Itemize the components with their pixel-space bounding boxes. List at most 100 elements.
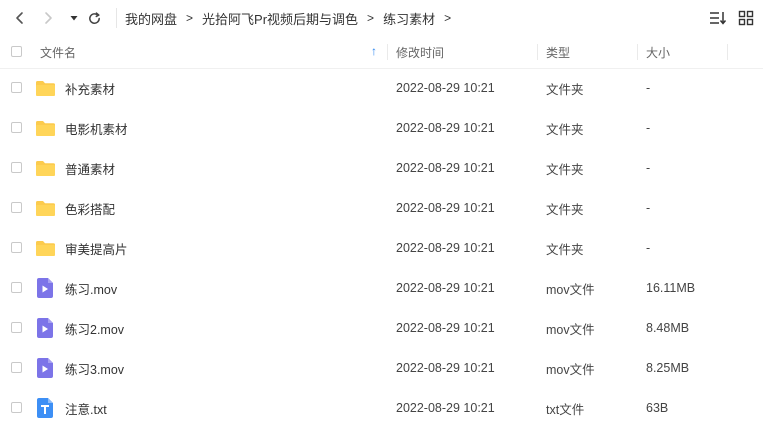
file-name-cell: 补充素材 (34, 68, 115, 108)
row-checkbox[interactable] (11, 82, 22, 93)
refresh-icon (88, 11, 100, 24)
file-name-cell: 练习2.mov (34, 308, 124, 348)
column-divider[interactable] (387, 44, 388, 60)
file-size: - (646, 241, 651, 255)
row-checkbox[interactable] (11, 322, 22, 333)
file-name[interactable]: 色彩搭配 (65, 199, 115, 218)
row-checkbox[interactable] (11, 242, 22, 253)
caret-down-icon (70, 16, 78, 21)
folder-icon (34, 198, 56, 218)
file-size: - (646, 121, 651, 135)
file-name[interactable]: 练习.mov (65, 279, 117, 298)
breadcrumb-item-current[interactable]: 练习素材 (383, 9, 435, 28)
list-item[interactable]: 练习.mov 2022-08-29 10:21 mov文件 16.11MB (0, 268, 763, 308)
video-file-icon (34, 278, 56, 298)
file-type: 文件夹 (546, 242, 584, 257)
column-header-type-label: 类型 (546, 45, 571, 60)
file-modified: 2022-08-29 10:21 (396, 81, 495, 95)
list-item[interactable]: 电影机素材 2022-08-29 10:21 文件夹 - (0, 108, 763, 148)
column-header-name[interactable]: 文件名 (40, 36, 380, 68)
toolbar: 我的网盘 > 光拾阿飞Pr视频后期与调色 > 练习素材 > (0, 0, 763, 36)
list-item[interactable]: 练习3.mov 2022-08-29 10:21 mov文件 8.25MB (0, 348, 763, 388)
chevron-left-icon (16, 12, 23, 24)
file-type: 文件夹 (546, 82, 584, 97)
list-item[interactable]: 练习2.mov 2022-08-29 10:21 mov文件 8.48MB (0, 308, 763, 348)
refresh-button[interactable] (82, 6, 106, 30)
row-checkbox[interactable] (11, 122, 22, 133)
file-modified: 2022-08-29 10:21 (396, 241, 495, 255)
breadcrumb-item-course[interactable]: 光拾阿飞Pr视频后期与调色 (202, 9, 358, 28)
sort-list-icon (710, 12, 727, 25)
file-size: - (646, 81, 651, 95)
grid-view-button[interactable] (737, 9, 755, 27)
file-modified: 2022-08-29 10:21 (396, 281, 495, 295)
breadcrumb-separator-icon[interactable]: > (444, 11, 451, 25)
file-modified: 2022-08-29 10:21 (396, 121, 495, 135)
breadcrumb: 我的网盘 > 光拾阿飞Pr视频后期与调色 > 练习素材 > (116, 8, 705, 28)
folder-icon (34, 158, 56, 178)
back-button[interactable] (8, 6, 32, 30)
file-name-cell: 色彩搭配 (34, 188, 115, 228)
file-type: mov文件 (546, 362, 595, 377)
file-name-cell: 练习.mov (34, 268, 117, 308)
file-name[interactable]: 补充素材 (65, 79, 115, 98)
list-item[interactable]: 色彩搭配 2022-08-29 10:21 文件夹 - (0, 188, 763, 228)
file-size: - (646, 201, 651, 215)
row-checkbox[interactable] (11, 362, 22, 373)
file-size: 16.11MB (646, 281, 696, 295)
file-size: 8.48MB (646, 321, 690, 335)
column-header-name-label: 文件名 (40, 45, 77, 60)
file-modified: 2022-08-29 10:21 (396, 321, 495, 335)
file-name-cell: 普通素材 (34, 148, 115, 188)
file-name[interactable]: 普通素材 (65, 159, 115, 178)
select-all-checkbox[interactable] (11, 46, 22, 57)
grid-view-icon (738, 10, 754, 26)
file-name-cell: 电影机素材 (34, 108, 128, 148)
breadcrumb-item-root[interactable]: 我的网盘 (125, 9, 177, 28)
file-size: 8.25MB (646, 361, 690, 375)
file-list-header: 文件名 ↑ 修改时间 类型 大小 (0, 36, 763, 69)
column-header-modified[interactable]: 修改时间 (396, 36, 444, 68)
row-checkbox[interactable] (11, 402, 22, 413)
folder-icon (34, 78, 56, 98)
file-type: 文件夹 (546, 202, 584, 217)
row-checkbox[interactable] (11, 282, 22, 293)
column-header-type[interactable]: 类型 (546, 36, 570, 68)
file-name-cell: 注意.txt (34, 388, 107, 428)
sort-button[interactable] (709, 9, 727, 27)
column-divider[interactable] (637, 44, 638, 60)
sort-arrow-icon[interactable]: ↑ (371, 44, 377, 58)
file-name[interactable]: 审美提高片 (65, 239, 128, 258)
list-item[interactable]: 审美提高片 2022-08-29 10:21 文件夹 - (0, 228, 763, 268)
column-header-size[interactable]: 大小 (646, 36, 670, 68)
list-item[interactable]: 注意.txt 2022-08-29 10:21 txt文件 63B (0, 388, 763, 428)
file-name-cell: 练习3.mov (34, 348, 124, 388)
video-file-icon (34, 358, 56, 378)
file-modified: 2022-08-29 10:21 (396, 401, 495, 415)
view-controls (709, 9, 755, 27)
column-divider[interactable] (537, 44, 538, 60)
column-divider[interactable] (727, 44, 728, 60)
file-type: 文件夹 (546, 122, 584, 137)
breadcrumb-separator-icon: > (186, 11, 194, 25)
file-type: mov文件 (546, 282, 595, 297)
row-checkbox[interactable] (11, 162, 22, 173)
file-name-cell: 审美提高片 (34, 228, 128, 268)
file-name[interactable]: 练习3.mov (65, 359, 124, 378)
file-name[interactable]: 电影机素材 (65, 119, 128, 138)
file-name[interactable]: 练习2.mov (65, 319, 124, 338)
list-item[interactable]: 补充素材 2022-08-29 10:21 文件夹 - (0, 68, 763, 108)
list-item[interactable]: 普通素材 2022-08-29 10:21 文件夹 - (0, 148, 763, 188)
file-type: 文件夹 (546, 162, 584, 177)
video-file-icon (34, 318, 56, 338)
folder-icon (34, 238, 56, 258)
breadcrumb-separator-icon: > (367, 11, 375, 25)
column-header-size-label: 大小 (646, 45, 671, 60)
forward-button[interactable] (36, 6, 60, 30)
column-header-modified-label: 修改时间 (396, 45, 445, 60)
file-modified: 2022-08-29 10:21 (396, 201, 495, 215)
file-size: 63B (646, 401, 669, 415)
folder-icon (34, 118, 56, 138)
row-checkbox[interactable] (11, 202, 22, 213)
file-name[interactable]: 注意.txt (65, 399, 107, 418)
